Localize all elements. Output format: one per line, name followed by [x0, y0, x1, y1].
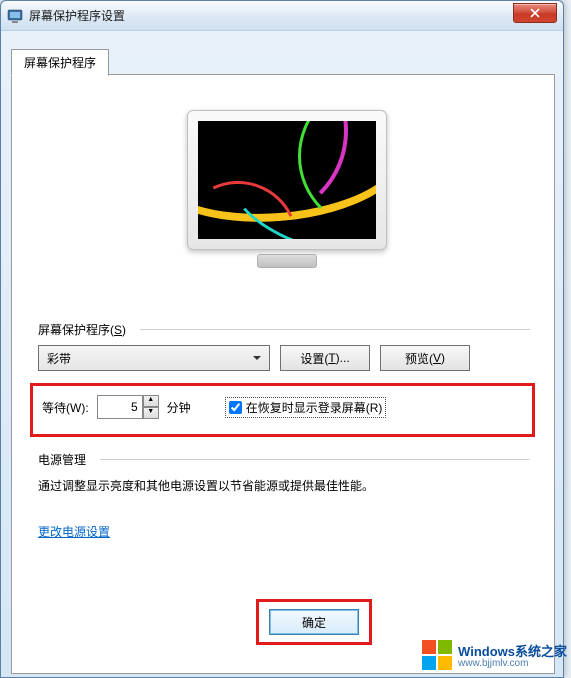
wait-spinner: ▲ ▼: [97, 395, 159, 419]
screensaver-group-label: 屏幕保护程序(S): [38, 321, 126, 338]
wait-input[interactable]: [97, 395, 143, 419]
tab-screensaver[interactable]: 屏幕保护程序: [11, 49, 109, 76]
monitor-stand: [257, 254, 317, 268]
wait-spin-up[interactable]: ▲: [143, 395, 159, 407]
screensaver-icon: [7, 8, 23, 24]
wait-spin-down[interactable]: ▼: [143, 407, 159, 419]
power-description: 通过调整显示亮度和其他电源设置以节省能源或提供最佳性能。: [38, 477, 528, 494]
screensaver-controls-row: 彩带 设置(T)... 预览(V): [38, 345, 532, 375]
preview-button[interactable]: 预览(V): [380, 345, 470, 371]
resume-checkbox-wrap[interactable]: 在恢复时显示登录屏幕(R): [225, 397, 387, 418]
dialog-window: 屏幕保护程序设置 屏幕保护程序 屏幕保护程序(S): [0, 0, 564, 678]
screensaver-select-value: 彩带: [47, 350, 71, 367]
settings-button[interactable]: 设置(T)...: [280, 345, 370, 371]
screensaver-select[interactable]: 彩带: [38, 345, 270, 371]
wait-label: 等待(W):: [42, 399, 89, 416]
windows-logo-icon: [422, 640, 452, 670]
tab-strip: 屏幕保护程序: [11, 49, 109, 75]
monitor-preview: [187, 110, 387, 280]
power-group-label: 电源管理: [38, 451, 86, 468]
window-title: 屏幕保护程序设置: [29, 7, 125, 24]
separator: [140, 329, 530, 330]
ok-button[interactable]: 确定: [269, 609, 359, 635]
resume-checkbox[interactable]: [229, 401, 242, 414]
resume-checkbox-label: 在恢复时显示登录屏幕(R): [246, 399, 383, 416]
separator: [100, 459, 530, 460]
change-power-settings-link[interactable]: 更改电源设置: [38, 523, 110, 540]
wait-row: 等待(W): ▲ ▼ 分钟 在恢复时显示登录屏幕(R): [42, 395, 386, 419]
screensaver-preview-screen: [198, 121, 376, 239]
watermark-text: Windows系统之家 www.bjjmlv.com: [458, 641, 567, 669]
watermark: Windows系统之家 www.bjjmlv.com: [422, 640, 567, 670]
close-button[interactable]: [513, 3, 557, 23]
tab-panel: 屏幕保护程序(S) 彩带 设置(T)... 预览(V) 等待(W): ▲: [11, 74, 555, 674]
wait-unit: 分钟: [167, 399, 191, 416]
titlebar: 屏幕保护程序设置: [1, 1, 563, 31]
monitor-bezel: [187, 110, 387, 250]
